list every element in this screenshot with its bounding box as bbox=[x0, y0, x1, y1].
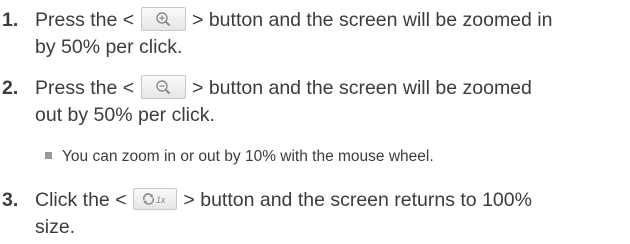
step-3: 3. Click the < 1x > button and the scree… bbox=[0, 187, 630, 244]
step-text: Press the < bbox=[35, 9, 135, 31]
zoom-out-icon bbox=[156, 80, 171, 95]
step-line: Press the < > button and the screen will… bbox=[35, 74, 532, 101]
step-line: by 50% per click. bbox=[35, 36, 183, 58]
zoom-out-button[interactable] bbox=[140, 74, 186, 99]
reset-zoom-label: 1x bbox=[156, 195, 166, 205]
reset-zoom-icon: 1x bbox=[142, 193, 166, 205]
step-2: 2. Press the < > button and the screen w… bbox=[0, 74, 630, 132]
step-text: > button and the screen will be zoomed bbox=[192, 77, 532, 99]
step-text: > button and the screen will be zoomed i… bbox=[192, 9, 553, 31]
zoom-in-icon bbox=[156, 12, 171, 27]
note-text: You can zoom in or out by 10% with the m… bbox=[62, 148, 434, 165]
step-text: > button and the screen returns to 100% bbox=[183, 189, 532, 211]
step-number: 1. bbox=[2, 9, 19, 31]
step-line: out by 50% per click. bbox=[35, 104, 215, 126]
step-text: Click the < bbox=[35, 189, 127, 211]
step-text: Press the < bbox=[35, 77, 135, 99]
step-number: 2. bbox=[2, 77, 19, 99]
step-line: Press the < > button and the screen will… bbox=[35, 6, 553, 33]
step-line: size. bbox=[35, 216, 76, 238]
step-number: 3. bbox=[2, 189, 19, 211]
note: You can zoom in or out by 10% with the m… bbox=[45, 147, 434, 167]
zoom-in-button[interactable] bbox=[140, 6, 186, 31]
reset-zoom-button[interactable]: 1x bbox=[133, 187, 177, 210]
step-1: 1. Press the < > button and the screen w… bbox=[0, 6, 630, 64]
bullet-icon bbox=[45, 152, 52, 159]
step-line: Click the < 1x > button and the screen r… bbox=[35, 187, 532, 212]
